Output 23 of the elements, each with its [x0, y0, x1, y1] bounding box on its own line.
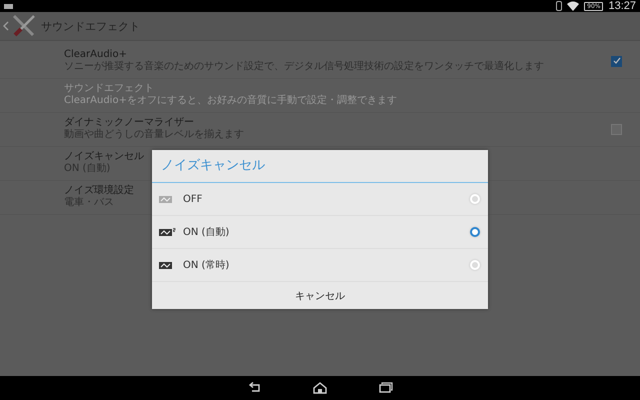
- setting-summary: ClearAudio+をオフにすると、お好みの音質に手動で設定・調整できます: [64, 95, 397, 107]
- setting-title: ClearAudio+: [64, 49, 127, 60]
- checkbox[interactable]: [611, 56, 622, 66]
- option-label: OFF: [183, 194, 204, 204]
- setting-title: ノイズ環境設定: [64, 185, 134, 196]
- tools-icon: [11, 14, 37, 38]
- option-row[interactable]: ON (自動): [152, 216, 488, 249]
- clock-time: 13:27: [608, 0, 636, 12]
- setting-title: ダイナミックノーマライザー: [64, 117, 194, 128]
- setting-title: ノイズキャンセル: [64, 151, 144, 163]
- dialog-title: ノイズキャンセル: [152, 150, 488, 183]
- option-label: ON (常時): [183, 258, 230, 272]
- option-label: ON (自動): [183, 226, 230, 239]
- wifi-icon: [567, 1, 580, 11]
- cancel-button[interactable]: キャンセル: [152, 282, 488, 309]
- option-row[interactable]: OFF: [152, 183, 488, 216]
- back-icon[interactable]: [247, 382, 261, 394]
- setting-title: サウンドエフェクト: [64, 83, 154, 95]
- radio-button[interactable]: [470, 227, 480, 237]
- checkbox[interactable]: [611, 124, 622, 134]
- recent-apps-icon[interactable]: [379, 382, 393, 394]
- home-icon[interactable]: [313, 382, 327, 394]
- noise-cancel-icon: [159, 228, 176, 236]
